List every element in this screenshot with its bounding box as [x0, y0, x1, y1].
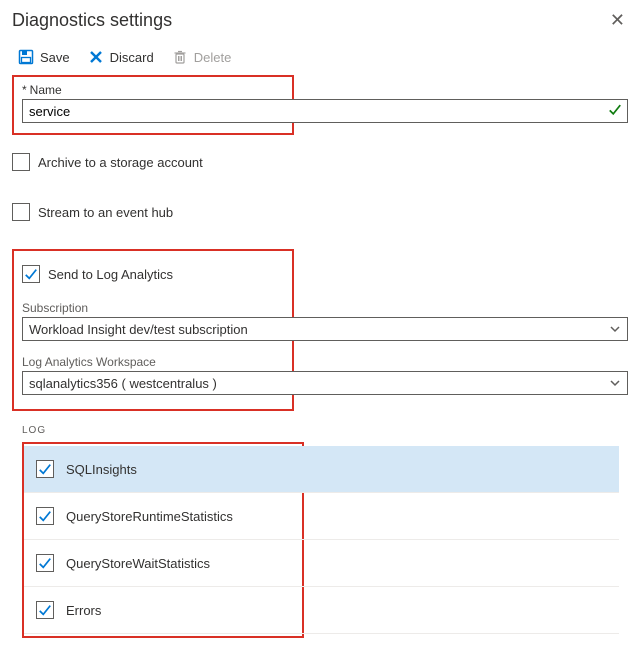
- log-highlight-box: SQLInsights QueryStoreRuntimeStatistics …: [22, 442, 304, 638]
- log-item-checkbox[interactable]: [36, 507, 54, 525]
- stream-label: Stream to an event hub: [38, 205, 173, 220]
- delete-label: Delete: [194, 50, 232, 65]
- chevron-down-icon: [609, 377, 621, 389]
- close-icon[interactable]: ✕: [606, 6, 629, 35]
- name-input[interactable]: [22, 99, 628, 123]
- subscription-select[interactable]: Workload Insight dev/test subscription: [22, 317, 628, 341]
- valid-check-icon: [608, 103, 622, 120]
- delete-button: Delete: [172, 49, 232, 65]
- subscription-value: Workload Insight dev/test subscription: [29, 322, 248, 337]
- archive-label: Archive to a storage account: [38, 155, 203, 170]
- log-item-checkbox[interactable]: [36, 554, 54, 572]
- header: Diagnostics settings ✕: [12, 6, 629, 41]
- discard-icon: [88, 49, 104, 65]
- log-analytics-highlight-box: Send to Log Analytics Subscription Workl…: [12, 249, 294, 411]
- name-label: *Name: [22, 83, 284, 97]
- archive-checkbox-row: Archive to a storage account: [12, 149, 629, 175]
- log-item-label: QueryStoreRuntimeStatistics: [66, 509, 233, 524]
- page-title: Diagnostics settings: [12, 10, 172, 31]
- discard-button[interactable]: Discard: [88, 49, 154, 65]
- save-label: Save: [40, 50, 70, 65]
- subscription-label: Subscription: [22, 301, 284, 315]
- chevron-down-icon: [609, 323, 621, 335]
- send-log-analytics-label: Send to Log Analytics: [48, 267, 173, 282]
- discard-label: Discard: [110, 50, 154, 65]
- toolbar: Save Discard Delete: [12, 41, 629, 75]
- stream-checkbox[interactable]: [12, 203, 30, 221]
- save-icon: [18, 49, 34, 65]
- name-highlight-box: *Name: [12, 75, 294, 135]
- log-item[interactable]: Errors: [24, 587, 619, 634]
- stream-checkbox-row: Stream to an event hub: [12, 199, 629, 225]
- workspace-select[interactable]: sqlanalytics356 ( westcentralus ): [22, 371, 628, 395]
- log-item-label: Errors: [66, 603, 101, 618]
- send-log-analytics-checkbox[interactable]: [22, 265, 40, 283]
- log-item-checkbox[interactable]: [36, 460, 54, 478]
- send-log-analytics-row: Send to Log Analytics: [22, 261, 284, 287]
- workspace-value: sqlanalytics356 ( westcentralus ): [29, 376, 217, 391]
- log-item-label: SQLInsights: [66, 462, 137, 477]
- log-item[interactable]: QueryStoreWaitStatistics: [24, 540, 619, 587]
- save-button[interactable]: Save: [18, 49, 70, 65]
- log-item-checkbox[interactable]: [36, 601, 54, 619]
- log-list: SQLInsights QueryStoreRuntimeStatistics …: [26, 446, 300, 634]
- log-item-label: QueryStoreWaitStatistics: [66, 556, 210, 571]
- log-heading: LOG: [12, 425, 629, 442]
- workspace-label: Log Analytics Workspace: [22, 355, 284, 369]
- log-item[interactable]: QueryStoreRuntimeStatistics: [24, 493, 619, 540]
- archive-checkbox[interactable]: [12, 153, 30, 171]
- log-item[interactable]: SQLInsights: [24, 446, 619, 493]
- delete-icon: [172, 49, 188, 65]
